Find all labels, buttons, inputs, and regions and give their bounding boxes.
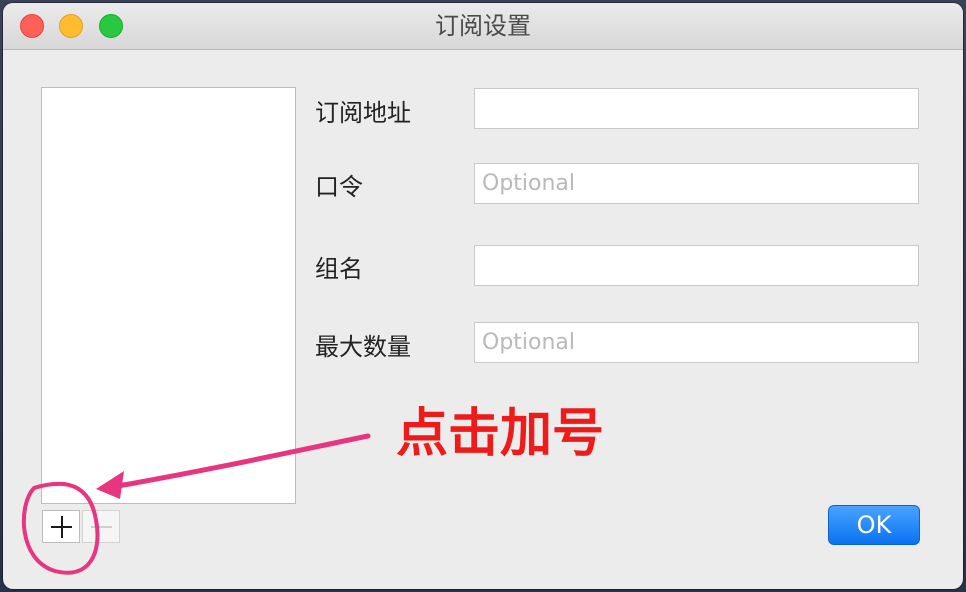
subscription-url-input[interactable] [474,88,919,129]
add-subscription-button[interactable] [42,510,80,543]
zoom-window-button[interactable] [99,14,123,38]
window-title: 订阅设置 [435,12,531,40]
ok-button[interactable]: OK [828,505,920,545]
label-subscription-url: 订阅地址 [315,99,411,127]
group-name-input[interactable] [474,245,919,286]
minimize-window-button[interactable] [59,14,83,38]
minus-icon [91,526,112,528]
label-max-count: 最大数量 [315,333,411,361]
plus-icon-vertical [61,516,63,538]
label-password: 口令 [315,173,363,201]
annotation-click-plus-text: 点击加号 [396,404,605,464]
remove-subscription-button[interactable] [82,510,120,543]
password-input[interactable] [474,163,919,204]
title-bar[interactable]: 订阅设置 [3,3,963,50]
max-count-input[interactable] [474,322,919,363]
subscription-list[interactable] [41,87,296,504]
label-group-name: 组名 [315,255,363,283]
close-window-button[interactable] [20,14,44,38]
